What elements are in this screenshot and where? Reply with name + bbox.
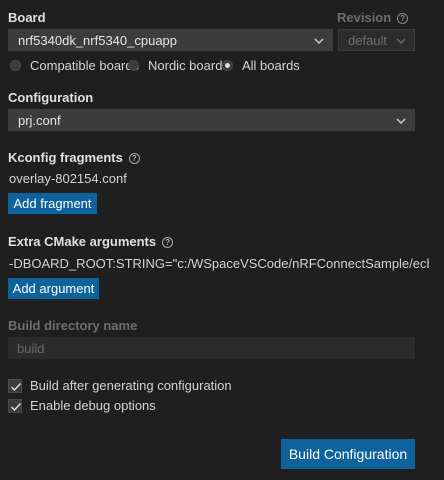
checkbox-label: Enable debug options	[30, 398, 156, 413]
cmake-label-text: Extra CMake arguments	[8, 234, 157, 249]
radio-button[interactable]	[128, 60, 139, 71]
board-select[interactable]: nrf5340dk_nrf5340_cpuapp	[8, 29, 333, 51]
revision-select: default	[338, 29, 415, 51]
board-label: Board	[8, 10, 46, 25]
help-icon[interactable]: ?	[128, 153, 140, 164]
chevron-down-icon	[314, 38, 324, 45]
radio-label: All boards	[242, 58, 300, 73]
configuration-select[interactable]: prj.conf	[8, 109, 415, 131]
radio-compatible-boards[interactable]: Compatible boards	[10, 58, 139, 73]
configuration-select-value: prj.conf	[18, 112, 61, 128]
radio-button[interactable]	[10, 60, 21, 71]
revision-label: Revision?	[337, 10, 409, 25]
cmake-label: Extra CMake arguments?	[8, 234, 174, 249]
revision-select-value: default	[348, 32, 388, 48]
build-directory-label: Build directory name	[8, 318, 138, 333]
radio-label: Nordic boards	[148, 58, 229, 73]
kconfig-label-text: Kconfig fragments	[8, 150, 123, 165]
enable-debug-option[interactable]: Enable debug options	[8, 398, 156, 413]
revision-label-text: Revision	[337, 10, 392, 25]
radio-all-boards[interactable]: All boards	[222, 58, 300, 73]
help-icon[interactable]: ?	[162, 237, 174, 248]
check-icon	[11, 402, 22, 411]
radio-button[interactable]	[222, 60, 233, 71]
kconfig-label: Kconfig fragments?	[8, 150, 140, 165]
kconfig-file: overlay-802154.conf	[9, 171, 127, 186]
build-configuration-button[interactable]: Build Configuration	[281, 439, 415, 469]
checkbox-debug[interactable]	[8, 398, 22, 413]
build-directory-input: build	[8, 337, 415, 359]
add-fragment-button[interactable]: Add fragment	[8, 193, 97, 214]
check-icon	[11, 382, 22, 391]
chevron-down-icon	[396, 118, 406, 125]
configuration-label: Configuration	[8, 90, 94, 105]
help-icon[interactable]: ?	[397, 13, 409, 24]
build-after-generating-option[interactable]: Build after generating configuration	[8, 378, 232, 393]
cmake-argument: -DBOARD_ROOT:STRING="c:/WSpaceVSCode/nRF…	[9, 256, 429, 271]
checkbox-label: Build after generating configuration	[30, 378, 232, 393]
add-argument-button[interactable]: Add argument	[8, 278, 99, 299]
radio-nordic-boards[interactable]: Nordic boards	[128, 58, 229, 73]
radio-label: Compatible boards	[30, 58, 140, 73]
chevron-down-icon	[396, 38, 406, 45]
checkbox-build-after[interactable]	[8, 378, 22, 393]
board-select-value: nrf5340dk_nrf5340_cpuapp	[18, 32, 178, 48]
